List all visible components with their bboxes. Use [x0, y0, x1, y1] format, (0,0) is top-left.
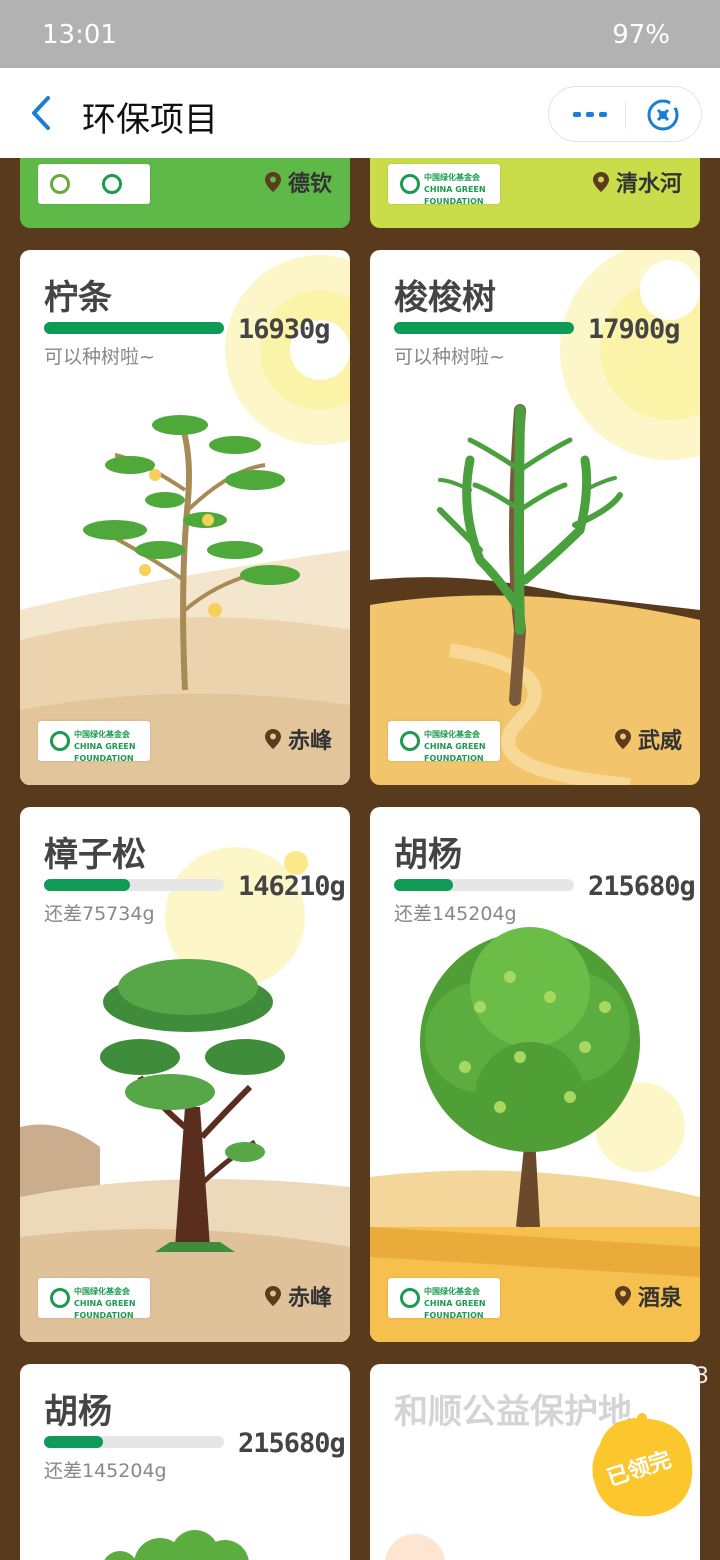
location-text: 赤峰	[287, 729, 332, 754]
required-energy: 146210g	[238, 871, 346, 902]
energy-progress-bar	[394, 322, 574, 334]
project-card-heshun[interactable]: 和顺公益保护地 已领完	[370, 1364, 700, 1560]
required-energy: 16930g	[238, 314, 331, 345]
required-energy: 215680g	[588, 871, 696, 902]
project-card-huyang-2[interactable]: 胡杨 215680g 还差145204g	[20, 1364, 350, 1560]
progress-status: 可以种树啦~	[44, 346, 155, 368]
progress-status: 可以种树啦~	[394, 346, 505, 368]
foundation-badge: 中国绿化基金会 CHINA GREEN FOUNDATION	[38, 1278, 150, 1320]
project-card-zhangzisong[interactable]: 樟子松 146210g 还差75734g 中国绿化基金会 CHINA GREEN…	[20, 807, 350, 1342]
back-arrow-icon[interactable]	[26, 92, 58, 134]
project-card-top-right[interactable]: 中国绿化基金会 CHINA GREEN FOUNDATION 清水河	[370, 158, 700, 228]
tree-name: 梭梭树	[394, 278, 496, 318]
page-title: 环保项目	[82, 100, 218, 140]
project-list: 德钦 中国绿化基金会 CHINA GREEN FOUNDATION 清水河 柠条…	[0, 158, 720, 1560]
tree-name: 胡杨	[394, 835, 462, 875]
partner-logo-icon	[102, 174, 122, 194]
foundation-name: 中国绿化基金会 CHINA GREEN FOUNDATION	[424, 1287, 486, 1320]
foundation-logo-icon	[400, 174, 420, 194]
tree-name: 柠条	[44, 278, 112, 318]
tree-name: 胡杨	[44, 1392, 112, 1432]
foundation-badge: 中国绿化基金会 CHINA GREEN FOUNDATION	[388, 1278, 500, 1320]
location-text: 武威	[637, 729, 682, 754]
more-icon[interactable]	[571, 99, 611, 129]
battery-level: 97%	[612, 20, 670, 50]
watermark: 知乎 @东山33	[564, 1364, 709, 1389]
status-bar: 13:01 97%	[0, 0, 720, 68]
foundation-name: 中国绿化基金会 CHINA GREEN FOUNDATION	[424, 173, 486, 206]
progress-fill	[394, 322, 574, 334]
location-text: 清水河	[615, 172, 682, 197]
energy-progress-bar	[44, 1436, 224, 1448]
foundation-name: 中国绿化基金会 CHINA GREEN FOUNDATION	[74, 730, 136, 763]
progress-fill	[44, 1436, 104, 1448]
progress-fill	[394, 879, 454, 891]
location-text: 德钦	[287, 172, 332, 197]
foundation-logo-icon	[50, 731, 70, 751]
foundation-badge: 中国绿化基金会 CHINA GREEN FOUNDATION	[388, 164, 500, 206]
location-label: 德钦	[264, 166, 332, 198]
location-text: 赤峰	[287, 1286, 332, 1311]
project-card-top-left[interactable]: 德钦	[20, 158, 350, 228]
foundation-logo-icon	[400, 731, 420, 751]
foundation-badge: 中国绿化基金会 CHINA GREEN FOUNDATION	[388, 721, 500, 763]
partner-logo-icon	[50, 174, 70, 194]
mini-program-capsule	[548, 86, 702, 142]
location-label: 清水河	[592, 166, 682, 198]
location-pin-icon	[614, 729, 631, 749]
location-label: 赤峰	[264, 1280, 332, 1312]
location-pin-icon	[264, 729, 281, 749]
close-mini-program-icon[interactable]	[645, 97, 681, 133]
partner-logos-badge	[38, 164, 150, 204]
project-card-huyang[interactable]: 胡杨 215680g 还差145204g 中国绿化基金会 CHINA GREEN…	[370, 807, 700, 1342]
status-time: 13:01	[42, 20, 117, 50]
nav-bar: 环保项目	[0, 68, 720, 158]
project-card-suosuo[interactable]: 梭梭树 17900g 可以种树啦~ 中国绿化基金会 CHINA GREEN FO…	[370, 250, 700, 785]
foundation-logo-icon	[50, 1288, 70, 1308]
location-label: 武威	[614, 723, 682, 755]
progress-status: 还差145204g	[44, 1460, 167, 1482]
required-energy: 17900g	[588, 314, 681, 345]
energy-progress-bar	[44, 879, 224, 891]
progress-status: 还差75734g	[44, 903, 155, 925]
foundation-name: 中国绿化基金会 CHINA GREEN FOUNDATION	[74, 1287, 136, 1320]
progress-fill	[44, 322, 224, 334]
required-energy: 215680g	[238, 1428, 346, 1459]
location-label: 酒泉	[614, 1280, 682, 1312]
claimed-stamp-icon: 已领完	[592, 1413, 693, 1517]
location-pin-icon	[264, 1286, 281, 1306]
progress-status: 还差145204g	[394, 903, 517, 925]
location-text: 酒泉	[637, 1286, 682, 1311]
foundation-badge: 中国绿化基金会 CHINA GREEN FOUNDATION	[38, 721, 150, 763]
location-pin-icon	[614, 1286, 631, 1306]
tree-name: 樟子松	[44, 835, 146, 875]
location-pin-icon	[592, 172, 609, 192]
foundation-name: 中国绿化基金会 CHINA GREEN FOUNDATION	[424, 730, 486, 763]
energy-progress-bar	[394, 879, 574, 891]
location-label: 赤峰	[264, 723, 332, 755]
project-card-ningtiao[interactable]: 柠条 16930g 可以种树啦~ 中国绿化基金会 CHINA GREEN FOU…	[20, 250, 350, 785]
foundation-logo-icon	[400, 1288, 420, 1308]
location-pin-icon	[264, 172, 281, 192]
capsule-divider	[625, 101, 626, 129]
energy-progress-bar	[44, 322, 224, 334]
progress-fill	[44, 879, 131, 891]
